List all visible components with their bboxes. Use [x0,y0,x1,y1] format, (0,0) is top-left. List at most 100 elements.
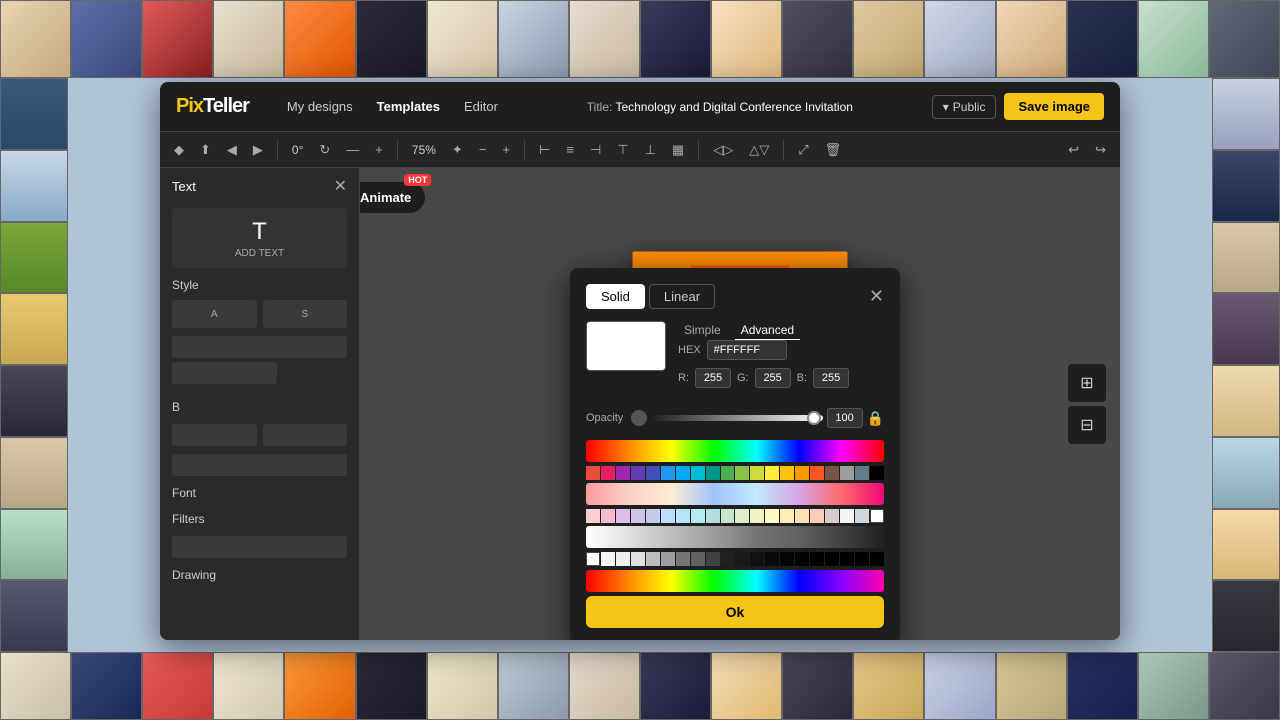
cp-r-input[interactable] [695,368,731,388]
swatch[interactable] [601,552,615,566]
swatch[interactable] [676,509,690,523]
swatch[interactable] [706,466,720,480]
swatch[interactable] [706,509,720,523]
swatch[interactable] [721,509,735,523]
toolbar-align-top[interactable]: ⊤ [611,138,634,162]
swatch[interactable] [586,466,600,480]
swatch[interactable] [795,509,809,523]
swatch[interactable] [661,552,675,566]
nav-templates[interactable]: Templates [367,95,450,118]
swatch[interactable] [840,552,854,566]
swatch[interactable] [631,552,645,566]
toolbar-zoom-minus[interactable]: − [473,138,493,161]
cp-tab-solid[interactable]: Solid [586,284,645,309]
cp-opacity-input[interactable] [827,408,863,428]
swatch[interactable] [765,509,779,523]
swatch[interactable] [765,552,779,566]
swatch[interactable] [825,552,839,566]
cp-tab-linear[interactable]: Linear [649,284,715,309]
swatch[interactable] [870,509,884,523]
canvas-area[interactable]: TECH CONFERENCE LONDON, MAY 26 ALEX SMIT… [360,168,1120,640]
toolbar-right-btn[interactable]: ▶ [247,138,269,162]
resize-btn[interactable]: ⊟ [1068,406,1106,444]
swatch[interactable] [691,466,705,480]
swatch[interactable] [825,466,839,480]
swatch[interactable] [735,509,749,523]
swatch[interactable] [601,466,615,480]
toolbar-undo-btn[interactable]: ↩ [1062,138,1085,162]
swatch[interactable] [780,509,794,523]
swatch[interactable] [825,509,839,523]
swatch[interactable] [750,552,764,566]
swatch[interactable] [601,509,615,523]
swatch[interactable] [855,552,869,566]
nav-my-designs[interactable]: My designs [277,95,363,118]
cp-close-btn[interactable]: ✕ [869,286,884,307]
toolbar-align-bottom[interactable]: ⊥ [639,138,662,162]
nav-editor[interactable]: Editor [454,95,508,118]
toolbar-align-center[interactable]: ≡ [560,138,580,161]
swatch[interactable] [795,466,809,480]
swatch[interactable] [646,552,660,566]
swatch[interactable] [870,552,884,566]
save-image-button[interactable]: Save image [1004,93,1104,120]
swatch[interactable] [735,466,749,480]
toolbar-align-left[interactable]: ⊢ [533,138,556,162]
cp-b-input[interactable] [813,368,849,388]
swatch[interactable] [631,466,645,480]
swatch[interactable] [646,466,660,480]
align-opt[interactable]: A [172,300,257,328]
swatch[interactable] [840,509,854,523]
swatch[interactable] [765,466,779,480]
toolbar-zoom-plus[interactable]: + [496,138,516,161]
swatch[interactable] [750,509,764,523]
swatch[interactable] [676,466,690,480]
swatch[interactable] [706,552,720,566]
swatch[interactable] [646,509,660,523]
swatch[interactable] [721,552,735,566]
filters-section[interactable]: Filters [160,506,359,532]
toolbar-redo-btn[interactable]: ↪ [1089,138,1112,162]
swatch[interactable] [810,552,824,566]
drawing-section[interactable]: Drawing [160,562,359,588]
swatch[interactable] [810,466,824,480]
swatch[interactable] [616,509,630,523]
border-section[interactable]: B [160,394,359,420]
cp-g-input[interactable] [755,368,791,388]
toolbar-left-btn[interactable]: ◀ [221,138,243,162]
add-layer-btn[interactable]: ⊞ [1068,364,1106,402]
toolbar-rotate-btn[interactable]: ↻ [313,138,336,162]
swatch[interactable] [855,509,869,523]
toolbar-chart-btn[interactable]: ▦ [666,138,690,162]
swatch[interactable] [691,552,705,566]
swatch[interactable] [750,466,764,480]
swatch[interactable] [810,509,824,523]
cp-type-advanced[interactable]: Advanced [735,321,800,340]
toolbar-mirror-h[interactable]: ◁▷ [707,138,739,162]
toolbar-align-right[interactable]: ⊣ [584,138,607,162]
opacity-toggle[interactable] [631,410,647,426]
toolbar-delete-btn[interactable]: 🗑 [819,138,848,162]
cp-ok-button[interactable]: Ok [586,596,884,628]
cp-opacity-track[interactable] [651,415,822,421]
swatch[interactable] [735,552,749,566]
swatch[interactable] [795,552,809,566]
swatch[interactable] [780,552,794,566]
swatch[interactable] [616,466,630,480]
swatch[interactable] [586,509,600,523]
panel-close-btn[interactable]: ✕ [334,176,347,196]
style-section[interactable]: Style [160,272,359,298]
swatch[interactable] [616,552,630,566]
toolbar-sparkle-btn[interactable]: ✦ [446,138,469,162]
swatch[interactable] [631,509,645,523]
swatch[interactable] [840,466,854,480]
swatch[interactable] [586,552,600,566]
toolbar-move-btn[interactable]: ⬆ [194,138,217,162]
size-opt[interactable]: S [263,300,348,328]
toolbar-expand-btn[interactable]: ⤢ [792,138,814,162]
swatch[interactable] [855,466,869,480]
toolbar-plus-btn[interactable]: + [369,138,389,161]
toolbar-shape-btn[interactable]: ◆ [168,138,190,162]
swatch[interactable] [661,466,675,480]
font-section[interactable]: Font [160,480,359,506]
